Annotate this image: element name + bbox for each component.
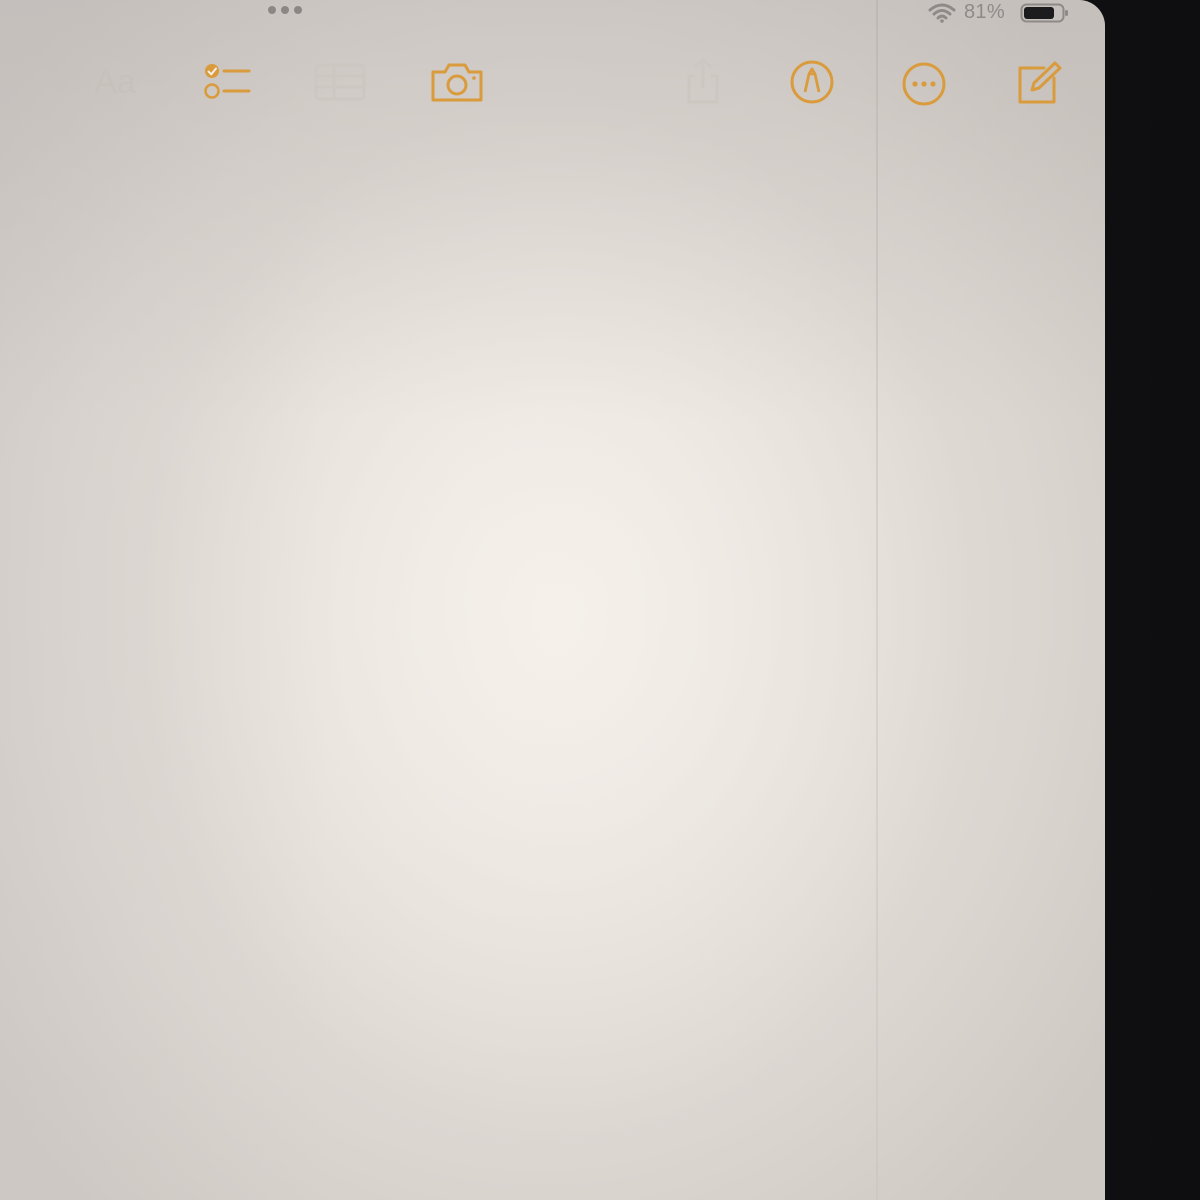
battery-percentage: 81% bbox=[964, 1, 1005, 23]
camera-icon[interactable] bbox=[428, 60, 486, 104]
more-options-icon[interactable] bbox=[900, 60, 948, 108]
notes-screen: 81% Aa bbox=[0, 0, 1105, 1200]
wifi-icon bbox=[928, 3, 956, 23]
battery-icon bbox=[1020, 3, 1068, 23]
share-icon[interactable] bbox=[682, 56, 724, 106]
status-bar: 81% bbox=[0, 0, 1105, 30]
table-icon[interactable] bbox=[314, 62, 366, 102]
multitask-dots-icon[interactable] bbox=[268, 6, 302, 14]
compose-icon[interactable] bbox=[1014, 60, 1064, 106]
note-editor-area[interactable] bbox=[0, 130, 876, 1200]
markup-pen-icon[interactable] bbox=[788, 58, 836, 106]
notes-toolbar: Aa bbox=[0, 48, 1105, 118]
format-button[interactable]: Aa bbox=[84, 60, 146, 104]
split-view-divider bbox=[876, 0, 878, 1200]
checklist-icon[interactable] bbox=[203, 62, 253, 102]
